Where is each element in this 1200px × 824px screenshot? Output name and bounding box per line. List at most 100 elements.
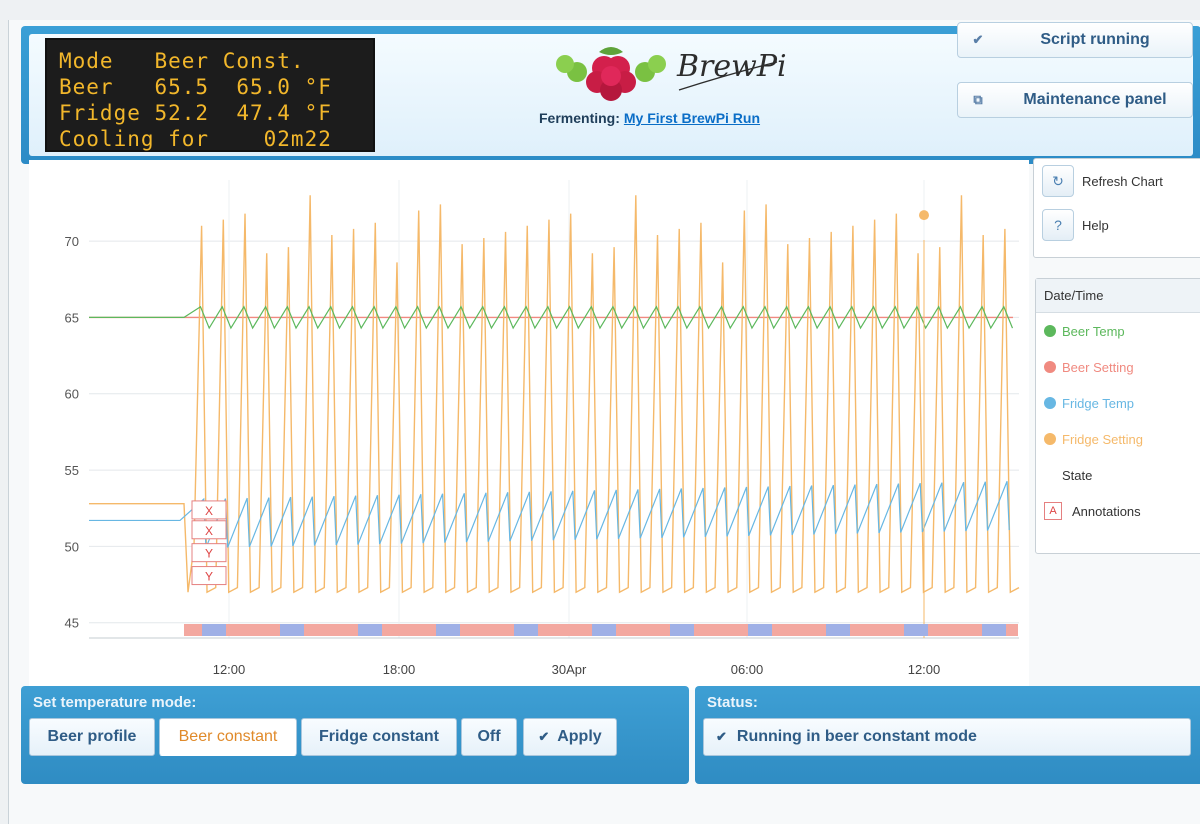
state-mark [412, 624, 418, 636]
state-mark [550, 624, 556, 636]
legend-label: Beer Setting [1062, 359, 1134, 375]
annotation-label: X [205, 504, 213, 518]
state-mark [916, 624, 922, 636]
annotation-label: X [205, 524, 213, 538]
script-running-label: Script running [1040, 31, 1150, 48]
brewpi-logo: BrewPi [549, 34, 799, 104]
state-mark [598, 624, 604, 636]
state-mark [556, 624, 562, 636]
state-mark [886, 624, 892, 636]
state-mark [646, 624, 652, 636]
state-mark [982, 624, 988, 636]
state-mark [322, 624, 328, 636]
status-panel: Status: ✔ Running in beer constant mode [695, 686, 1200, 784]
legend-item-fridge-temp[interactable]: Fridge Temp [1036, 385, 1200, 421]
state-mark [838, 624, 844, 636]
status-text: Running in beer constant mode [736, 728, 977, 745]
legend-label: State [1062, 467, 1093, 483]
legend-label: Annotations [1072, 503, 1141, 519]
state-mark [586, 624, 592, 636]
temperature-chart[interactable]: 45 50 55 60 65 70 12:00 18:00 30Apr 06:00 12:00 X X Y… [29, 160, 1029, 690]
state-mark [964, 624, 970, 636]
legend-item-beer-temp[interactable]: Beer Temp [1036, 313, 1200, 349]
state-mark [286, 624, 292, 636]
chart-legend: Date/Time Beer Temp Beer Setting Fridge … [1035, 278, 1200, 554]
fridge-constant-button[interactable]: Fridge constant [301, 718, 457, 756]
state-mark [748, 624, 754, 636]
fridge-setting-dot-icon [1044, 433, 1056, 445]
lcd-display: Mode Beer Const. Beer 65.5 65.0 °F Fridge … [45, 38, 375, 152]
state-mark [832, 624, 838, 636]
legend-item-beer-setting[interactable]: Beer Setting [1036, 349, 1200, 385]
legend-item-state[interactable]: State [1036, 457, 1200, 493]
state-mark [766, 624, 772, 636]
state-mark [478, 624, 484, 636]
state-mark [358, 624, 364, 636]
raspberry-icon [556, 47, 666, 101]
state-mark [622, 624, 628, 636]
fermenting-line: Fermenting: My First BrewPi Run [539, 110, 760, 126]
maintenance-panel-button[interactable]: ⧉ Maintenance panel [957, 82, 1193, 118]
state-mark [880, 624, 886, 636]
annotation-label: Y [205, 547, 213, 561]
beer-constant-button[interactable]: Beer constant [159, 718, 297, 756]
state-mark [820, 624, 826, 636]
state-mark [826, 624, 832, 636]
state-mark [526, 624, 532, 636]
state-mark [280, 624, 286, 636]
y-tick-label: 65 [65, 310, 79, 325]
state-mark [298, 624, 304, 636]
state-mark [868, 624, 874, 636]
state-mark [802, 624, 808, 636]
state-mark [1012, 624, 1018, 636]
state-mark [712, 624, 718, 636]
page: Mode Beer Const. Beer 65.5 65.0 °F Fridge … [8, 20, 1200, 824]
state-mark [856, 624, 862, 636]
state-mark [814, 624, 820, 636]
state-mark [562, 624, 568, 636]
legend-item-fridge-setting[interactable]: Fridge Setting [1036, 421, 1200, 457]
state-mark [640, 624, 646, 636]
beer-name-link[interactable]: My First BrewPi Run [624, 110, 760, 126]
window-icon: ⧉ [973, 92, 983, 107]
chart-buttons-box: ↻ Refresh Chart ? Help [1033, 158, 1200, 258]
legend-item-annotations[interactable]: A Annotations [1036, 493, 1200, 529]
state-mark [568, 624, 574, 636]
off-button[interactable]: Off [461, 718, 517, 756]
lcd-line-4: Cooling for 02m22 [59, 127, 332, 151]
state-mark [742, 624, 748, 636]
state-mark [544, 624, 550, 636]
state-mark [892, 624, 898, 636]
state-mark [1000, 624, 1006, 636]
chart-background [29, 160, 1029, 690]
state-mark [346, 624, 352, 636]
x-tick-label: 18:00 [383, 662, 416, 677]
state-mark [232, 624, 238, 636]
refresh-chart-button[interactable]: ↻ Refresh Chart [1034, 159, 1200, 203]
state-mark [604, 624, 610, 636]
state-mark [220, 624, 226, 636]
state-mark [904, 624, 910, 636]
state-mark [976, 624, 982, 636]
state-mark [214, 624, 220, 636]
beer-profile-button[interactable]: Beer profile [29, 718, 155, 756]
state-mark [652, 624, 658, 636]
state-mark [292, 624, 298, 636]
bottom-controls: Set temperature mode: Beer profile Beer … [21, 686, 1200, 786]
state-mark [184, 624, 190, 636]
legend-label: Beer Temp [1062, 323, 1125, 339]
beer-setting-dot-icon [1044, 361, 1056, 373]
script-running-button[interactable]: ✔ Script running [957, 22, 1193, 58]
state-mark [730, 624, 736, 636]
legend-datetime: Date/Time [1036, 279, 1200, 313]
x-tick-label: 12:00 [908, 662, 941, 677]
state-mark [952, 624, 958, 636]
state-mark [442, 624, 448, 636]
state-mark [496, 624, 502, 636]
state-mark [676, 624, 682, 636]
apply-button[interactable]: ✔ Apply [523, 718, 617, 756]
state-mark [370, 624, 376, 636]
state-mark [1006, 624, 1012, 636]
help-button[interactable]: ? Help [1034, 203, 1200, 247]
state-mark [874, 624, 880, 636]
